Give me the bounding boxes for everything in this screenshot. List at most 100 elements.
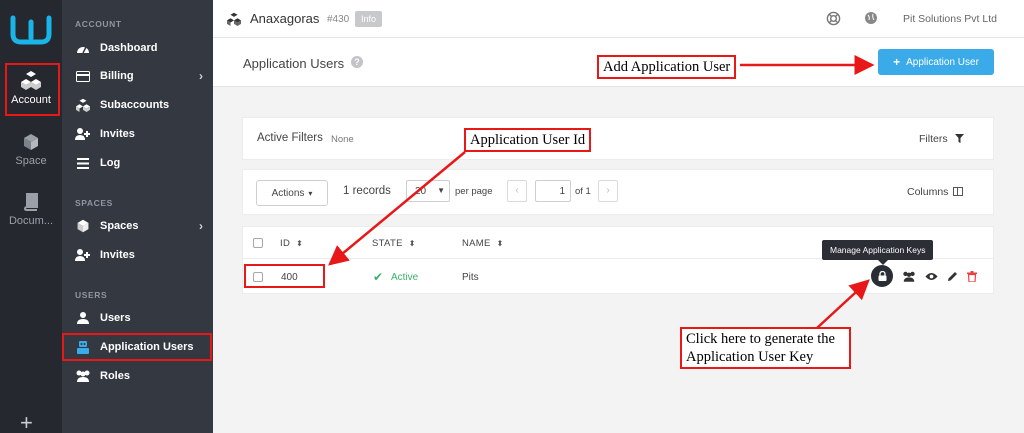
eye-icon[interactable] (925, 272, 938, 281)
active-filters-bar: Active Filters None Filters (242, 117, 994, 160)
column-header-id[interactable]: ID ⬍ (280, 238, 303, 249)
per-page-select[interactable]: 20 ▼ (406, 180, 450, 202)
users-icon (74, 370, 92, 382)
nav-item-label: Subaccounts (100, 99, 170, 111)
column-header-state-label: STATE (372, 238, 403, 249)
sort-icon: ⬍ (408, 239, 416, 248)
list-icon (74, 157, 92, 169)
cube-icon (74, 219, 92, 233)
nav-item-label: Invites (100, 128, 135, 140)
active-filters-label: Active Filters (257, 132, 323, 144)
chevron-right-icon: › (199, 69, 203, 83)
filters-button[interactable]: Filters (919, 133, 948, 145)
cube-icon (24, 134, 38, 150)
annotation-user-id: Application User Id (464, 128, 592, 152)
support-icon[interactable] (826, 11, 841, 26)
nav-item-users[interactable]: Users (62, 307, 213, 329)
select-all-checkbox[interactable] (253, 238, 263, 248)
lock-icon (878, 271, 886, 281)
plus-icon: + (893, 55, 901, 69)
check-icon: ✔ (373, 270, 384, 284)
globe-icon[interactable] (864, 11, 878, 25)
nav-item-billing[interactable]: Billing › (62, 65, 213, 87)
book-icon (23, 193, 38, 211)
add-icon[interactable]: + (20, 412, 33, 433)
pencil-icon[interactable] (947, 271, 958, 282)
rail-item-space-label: Space (15, 155, 47, 167)
nav-item-roles[interactable]: Roles (62, 365, 213, 387)
cubes-icon (227, 12, 241, 26)
nav-item-label: Roles (100, 370, 130, 382)
nav-item-label: Log (100, 157, 121, 169)
next-page-button[interactable]: › (598, 180, 618, 202)
cubes-icon (74, 98, 92, 112)
sidebar-nav: ACCOUNT Dashboard Billing › Subaccounts … (62, 0, 213, 433)
app-logo-icon[interactable] (10, 12, 52, 46)
user-plus-icon (74, 249, 92, 261)
caret-down-icon: ▾ (308, 188, 313, 198)
column-header-state[interactable]: STATE ⬍ (372, 238, 416, 249)
nav-item-dashboard[interactable]: Dashboard (62, 37, 213, 59)
row-state: Active (391, 272, 419, 283)
caret-down-icon: ▼ (437, 186, 445, 195)
chevron-right-icon: › (199, 219, 203, 233)
info-badge[interactable]: Info (355, 11, 383, 27)
rail-item-documentation-label: Docum... (8, 215, 53, 227)
nav-item-spaces[interactable]: Spaces › (62, 215, 213, 237)
annotation-highlight-user-id (244, 264, 325, 288)
page-total: of 1 (575, 186, 591, 197)
add-application-user-button[interactable]: + Application User (878, 49, 994, 75)
per-page-value: 20 (415, 186, 427, 197)
nav-item-label: Dashboard (100, 42, 158, 54)
actions-dropdown[interactable]: Actions ▾ (256, 180, 328, 206)
per-page-label: per page (455, 186, 493, 197)
annotation-generate-key-line2: Application User Key (686, 349, 814, 365)
nav-item-log[interactable]: Log (62, 152, 213, 174)
organization-menu[interactable]: Pit Solutions Pvt Ltd (903, 13, 997, 25)
help-icon[interactable]: ? (351, 56, 363, 68)
manage-keys-tooltip: Manage Application Keys (822, 240, 934, 265)
sort-icon: ⬍ (296, 239, 304, 248)
users-icon[interactable] (902, 271, 916, 282)
nav-section-account: ACCOUNT (75, 19, 122, 29)
user-icon (74, 312, 92, 324)
row-name[interactable]: Pits (462, 272, 479, 283)
records-count: 1 records (343, 185, 391, 197)
page-title: Application Users (243, 56, 345, 71)
nav-item-invites[interactable]: Invites (62, 123, 213, 145)
user-plus-icon (74, 128, 92, 140)
page-input[interactable]: 1 (535, 180, 571, 202)
prev-page-button[interactable]: ‹ (507, 180, 527, 202)
nav-item-label: Spaces (100, 220, 139, 232)
rail-item-documentation[interactable]: Docum... (0, 193, 62, 227)
actions-label: Actions (271, 187, 305, 199)
row-actions (871, 265, 977, 287)
nav-section-spaces: SPACES (75, 198, 113, 208)
active-filters-value: None (331, 134, 354, 145)
filter-icon[interactable] (955, 134, 964, 143)
dashboard-icon (74, 42, 92, 54)
column-header-id-label: ID (280, 238, 291, 249)
account-id: #430 (327, 14, 350, 25)
trash-icon[interactable] (967, 270, 977, 282)
annotation-highlight-application-users (62, 333, 212, 361)
columns-icon[interactable] (953, 187, 963, 196)
annotation-highlight-account (5, 63, 60, 116)
credit-card-icon (74, 70, 92, 82)
column-header-name-label: NAME (462, 238, 491, 249)
column-header-name[interactable]: NAME ⬍ (462, 238, 504, 249)
account-name: Anaxagoras (250, 11, 320, 26)
rail-item-space[interactable]: Space (0, 133, 62, 167)
nav-item-label: Billing (100, 70, 134, 82)
annotation-add-user: Add Application User (597, 55, 737, 79)
annotation-generate-key-line1: Click here to generate the (686, 331, 835, 347)
nav-section-users: USERS (75, 290, 108, 300)
list-toolbar: Actions ▾ 1 records 20 ▼ per page ‹ 1 of… (242, 169, 994, 215)
nav-item-subaccounts[interactable]: Subaccounts (62, 94, 213, 116)
nav-item-label: Invites (100, 249, 135, 261)
sort-icon: ⬍ (496, 239, 504, 248)
nav-item-space-invites[interactable]: Invites (62, 244, 213, 266)
annotation-generate-key: Click here to generate the Application U… (680, 327, 851, 369)
manage-keys-button[interactable] (871, 265, 893, 287)
columns-button[interactable]: Columns (907, 186, 948, 198)
